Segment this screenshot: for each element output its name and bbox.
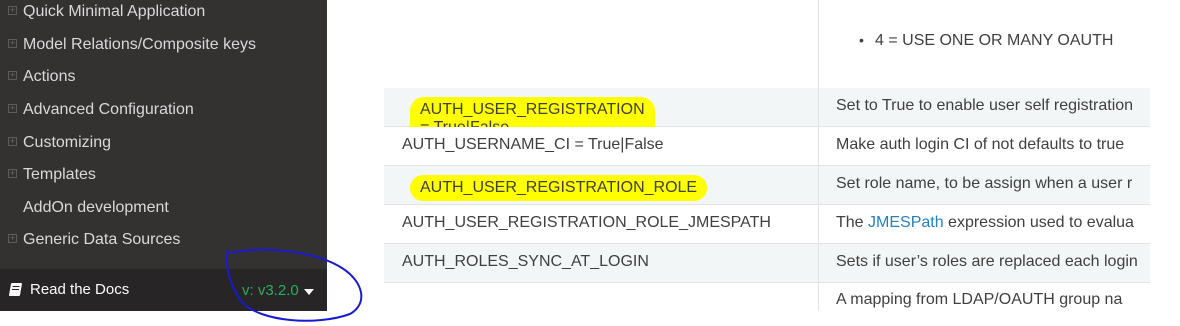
config-table: 4 = USE ONE OR MANY OAUTH AUTH_USER_REGI… xyxy=(384,0,1150,311)
version-selector[interactable]: v: v3.2.0 xyxy=(242,282,299,299)
table-row: 4 = USE ONE OR MANY OAUTH xyxy=(384,0,1150,89)
table-cell-value: Make auth login CI of not defaults to tr… xyxy=(819,127,1150,165)
sidebar-item-templates[interactable]: + Templates xyxy=(0,160,327,190)
sidebar-item-quick-minimal-application[interactable]: + Quick Minimal Application xyxy=(0,0,327,27)
table-cell-text: AUTH_USER_REGISTRATION_ROLE_JMESPATH xyxy=(402,214,771,231)
sidebar-item-label: AddOn development xyxy=(23,199,169,216)
sidebar-item-label: Advanced Configuration xyxy=(23,101,194,118)
expand-icon[interactable]: + xyxy=(8,39,17,48)
text-suffix: expression used to evalua xyxy=(943,214,1134,231)
sidebar-item-label: Customizing xyxy=(23,134,112,151)
table-cell-value: 4 = USE ONE OR MANY OAUTH xyxy=(819,0,1150,88)
table-cell-text: AUTH_USERNAME_CI = True|False xyxy=(402,136,664,153)
sidebar-item-actions[interactable]: + Actions xyxy=(0,62,327,92)
sidebar-item-advanced-configuration[interactable]: + Advanced Configuration xyxy=(0,95,327,125)
table-cell-text: Sets if user’s roles are replaced each l… xyxy=(836,253,1138,270)
table-cell-text: Set role name, to be assign when a user … xyxy=(836,175,1133,192)
highlighted-key: AUTH_USER_REGISTRATION_ROLE xyxy=(410,175,708,201)
table-cell-text: Set to True to enable user self registra… xyxy=(836,97,1134,114)
book-icon xyxy=(8,283,23,296)
table-row: AUTH_USER_REGISTRATION = True|False Set … xyxy=(384,88,1150,141)
jmespath-link[interactable]: JMESPath xyxy=(868,214,944,231)
table-row: AUTH_USER_REGISTRATION_ROLE_JMESPATH The… xyxy=(384,205,1150,244)
table-row: AUTH_ROLES_SYNC_AT_LOGIN Sets if user’s … xyxy=(384,244,1150,283)
bullet-item: 4 = USE ONE OR MANY OAUTH xyxy=(859,32,1113,50)
expand-icon[interactable]: + xyxy=(8,104,17,113)
table-cell-text: Make auth login CI of not defaults to tr… xyxy=(836,136,1125,153)
sidebar-item-label: Generic Data Sources xyxy=(23,231,181,248)
table-cell-key: AUTH_USER_REGISTRATION_ROLE xyxy=(384,166,819,204)
table-cell-key: AUTH_USER_REGISTRATION_ROLE_JMESPATH xyxy=(384,205,819,243)
expand-icon[interactable]: + xyxy=(8,6,17,15)
table-cell-key xyxy=(384,0,819,88)
table-cell-value: A mapping from LDAP/OAUTH group na xyxy=(819,283,1150,311)
table-cell-key xyxy=(384,283,819,311)
table-cell-value: Set role name, to be assign when a user … xyxy=(819,166,1150,204)
sidebar-item-label: Templates xyxy=(23,166,96,183)
read-the-docs-bar[interactable]: Read the Docs v: v3.2.0 xyxy=(0,269,327,311)
table-cell-key: AUTH_ROLES_SYNC_AT_LOGIN xyxy=(384,244,819,282)
read-the-docs-label[interactable]: Read the Docs xyxy=(30,281,129,298)
table-cell-key: AUTH_USER_REGISTRATION = True|False xyxy=(384,88,819,141)
table-cell-key: AUTH_USERNAME_CI = True|False xyxy=(384,127,819,165)
sidebar-item-label: Actions xyxy=(23,68,76,85)
sidebar-item-addon-development[interactable]: AddOn development xyxy=(0,193,327,223)
table-cell-text: A mapping from LDAP/OAUTH group na xyxy=(836,291,1123,308)
expand-icon[interactable]: + xyxy=(8,71,17,80)
table-row: AUTH_USERNAME_CI = True|False Make auth … xyxy=(384,127,1150,166)
table-row: AUTH_USER_REGISTRATION_ROLE Set role nam… xyxy=(384,166,1150,205)
caret-down-icon[interactable] xyxy=(304,289,314,295)
sidebar-item-customizing[interactable]: + Customizing xyxy=(0,128,327,158)
table-cell-value: The JMESPath expression used to evalua xyxy=(819,205,1150,243)
expand-icon[interactable]: + xyxy=(8,137,17,146)
sidebar: + Quick Minimal Application + Model Rela… xyxy=(0,0,327,311)
sidebar-item-label: Model Relations/Composite keys xyxy=(23,36,256,53)
sidebar-item-generic-data-sources[interactable]: + Generic Data Sources xyxy=(0,225,327,255)
table-row: A mapping from LDAP/OAUTH group na xyxy=(384,283,1150,311)
sidebar-item-model-relations[interactable]: + Model Relations/Composite keys xyxy=(0,30,327,60)
text-prefix: The xyxy=(836,214,869,231)
table-cell-text: AUTH_ROLES_SYNC_AT_LOGIN xyxy=(402,253,649,270)
expand-icon[interactable]: + xyxy=(8,169,17,178)
expand-icon[interactable]: + xyxy=(8,234,17,243)
table-cell-value: Sets if user’s roles are replaced each l… xyxy=(819,244,1150,282)
table-cell-value: Set to True to enable user self registra… xyxy=(819,88,1150,126)
sidebar-item-label: Quick Minimal Application xyxy=(23,3,206,20)
table-cell-text: The JMESPath expression used to evalua xyxy=(836,214,1134,232)
